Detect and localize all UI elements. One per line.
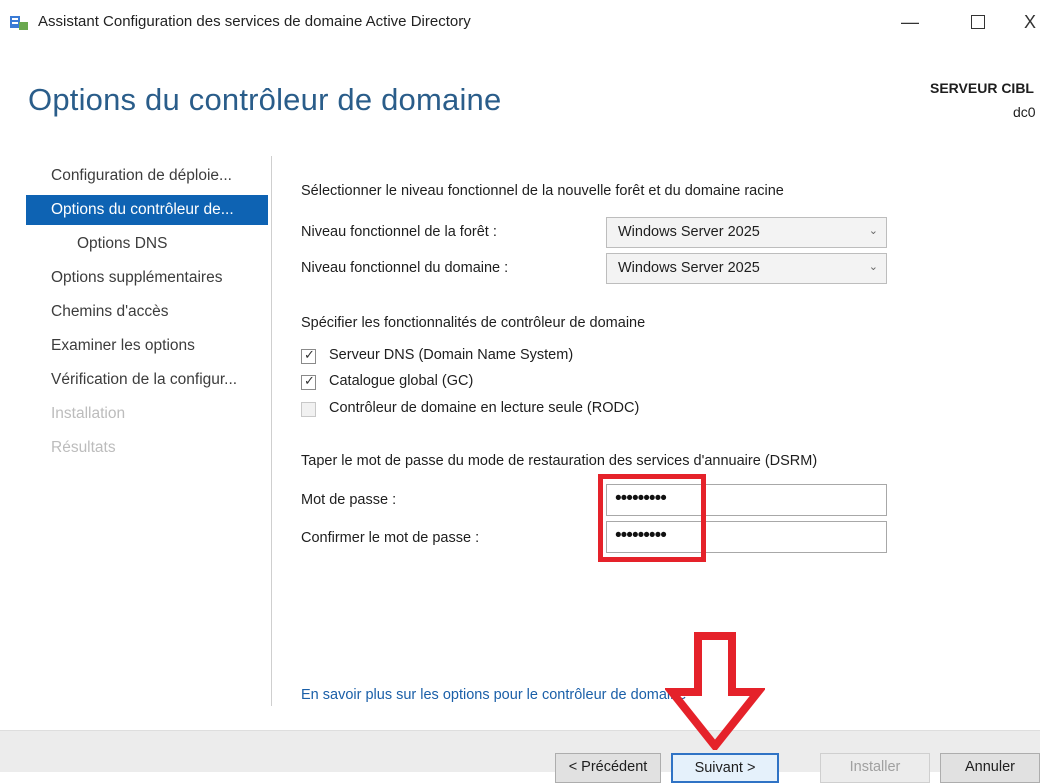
global-catalog-label: Catalogue global (GC): [329, 373, 474, 389]
title-bar: Assistant Configuration des services de …: [0, 0, 1040, 40]
annotation-highlight-box: [598, 474, 706, 562]
target-server-label: SERVEUR CIBL: [930, 80, 1034, 96]
dns-server-label: Serveur DNS (Domain Name System): [329, 347, 574, 363]
install-button: Installer: [820, 753, 930, 783]
minimize-button[interactable]: —: [890, 8, 930, 36]
forest-level-select[interactable]: Windows Server 2025 ⌄: [606, 217, 887, 248]
forest-level-label: Niveau fonctionnel de la forêt :: [301, 224, 497, 240]
nav-item-dns-options[interactable]: Options DNS: [0, 229, 268, 259]
nav-item-paths[interactable]: Chemins d'accès: [0, 297, 268, 327]
domain-level-select[interactable]: Windows Server 2025 ⌄: [606, 253, 887, 284]
page-title: Options du contrôleur de domaine: [28, 82, 502, 117]
domain-level-value: Windows Server 2025: [618, 260, 760, 276]
close-button[interactable]: X: [1024, 8, 1040, 36]
checkmark-icon: ✓: [304, 373, 315, 388]
chevron-down-icon: ⌄: [868, 261, 878, 273]
confirm-password-label: Confirmer le mot de passe :: [301, 530, 480, 546]
app-icon: [10, 16, 28, 30]
maximize-icon: [971, 14, 985, 29]
next-button[interactable]: Suivant >: [671, 753, 779, 783]
nav-item-review-options[interactable]: Examiner les options: [0, 331, 268, 361]
dns-server-checkbox[interactable]: ✓: [301, 347, 316, 364]
maximize-button[interactable]: [958, 8, 998, 36]
nav-item-dc-options[interactable]: Options du contrôleur de...: [26, 195, 268, 225]
wizard-footer: < Précédent Suivant > Installer Annuler: [0, 730, 1040, 783]
nav-item-results: Résultats: [51, 439, 116, 456]
functional-level-heading: Sélectionner le niveau fonctionnel de la…: [301, 183, 784, 199]
nav-item-additional-options[interactable]: Options supplémentaires: [0, 263, 268, 293]
chevron-down-icon: ⌄: [868, 225, 878, 237]
sidebar-divider: [271, 156, 272, 706]
annotation-arrow-icon: [665, 632, 765, 750]
previous-button[interactable]: < Précédent: [555, 753, 661, 783]
nav-item-deployment-config[interactable]: Configuration de déploie...: [0, 161, 268, 191]
checkmark-icon: ✓: [304, 347, 315, 362]
password-label: Mot de passe :: [301, 492, 397, 508]
dsrm-heading: Taper le mot de passe du mode de restaur…: [301, 453, 818, 469]
nav-item-installation: Installation: [51, 405, 126, 422]
forest-level-value: Windows Server 2025: [618, 224, 760, 240]
global-catalog-checkbox[interactable]: ✓: [301, 373, 316, 390]
nav-item-prerequisites-check[interactable]: Vérification de la configur...: [0, 365, 268, 395]
window-title: Assistant Configuration des services de …: [38, 13, 471, 30]
cancel-button[interactable]: Annuler: [940, 753, 1040, 783]
target-server-name: dc0: [1013, 104, 1036, 120]
domain-level-label: Niveau fonctionnel du domaine :: [301, 260, 509, 276]
rodc-label: Contrôleur de domaine en lecture seule (…: [329, 400, 640, 416]
rodc-checkbox: [301, 402, 316, 417]
capabilities-heading: Spécifier les fonctionnalités de contrôl…: [301, 315, 646, 331]
help-link[interactable]: En savoir plus sur les options pour le c…: [301, 687, 686, 703]
